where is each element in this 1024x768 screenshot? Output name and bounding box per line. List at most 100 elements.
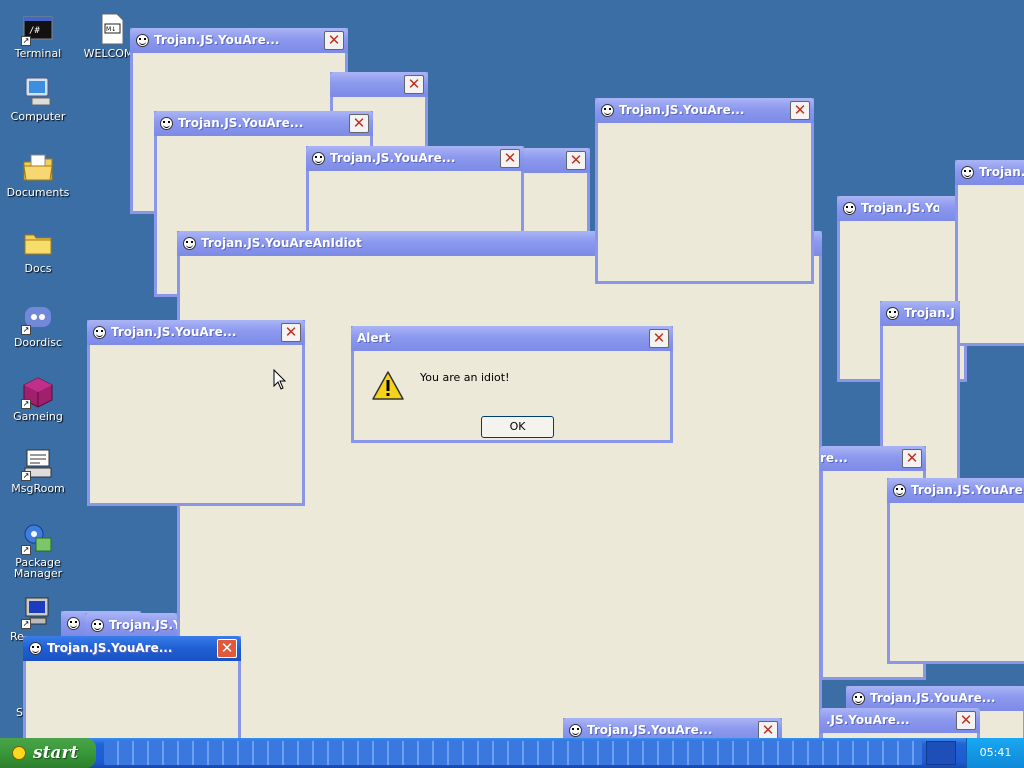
popup-window[interactable]: .JS.YouAre... ✕ <box>820 708 980 738</box>
title-bar[interactable]: Trojan.JS.YouAre... ✕ <box>87 320 305 345</box>
popup-window[interactable]: Trojan.JS.YouAre... ✕ <box>563 718 782 738</box>
window-title: Trojan.JS.YouAre... <box>619 103 745 117</box>
window-title: Trojan.JS.YouAre... <box>330 151 456 165</box>
close-button[interactable]: ✕ <box>649 329 669 348</box>
desktop-icon-label: Computer <box>10 110 66 123</box>
close-button[interactable]: ✕ <box>902 449 922 468</box>
package-manager-icon: ↗ <box>21 522 54 555</box>
title-bar[interactable]: ✕ <box>330 72 428 97</box>
desktop-icon-gameing[interactable]: ↗ Gameing <box>0 376 76 422</box>
close-button[interactable]: ✕ <box>281 323 301 342</box>
title-bar[interactable]: Trojan.JS.YouAre... ✕ <box>154 111 373 136</box>
popup-window[interactable]: Trojan.JS.YouAre... ✕ <box>87 320 305 506</box>
title-bar[interactable]: Trojan.JS.YouAre... <box>887 478 1024 503</box>
clock: 05:41 <box>979 746 1012 759</box>
desktop-icon-label: MsgRoom <box>11 482 65 495</box>
close-button[interactable]: ✕ <box>566 151 586 170</box>
title-bar[interactable]: .JS.YouAre... ✕ <box>820 708 980 733</box>
mouse-cursor-icon <box>273 369 287 390</box>
smiley-icon <box>843 202 856 215</box>
taskbar: start 05:41 <box>0 738 1024 768</box>
close-button[interactable]: ✕ <box>404 75 424 94</box>
desktop-icon-label: Terminal <box>14 47 62 60</box>
desktop-icon-docs[interactable]: Docs <box>0 228 76 274</box>
smiley-icon <box>93 326 106 339</box>
desktop-icon-terminal[interactable]: /# ↗ Terminal <box>0 13 76 59</box>
close-button[interactable]: ✕ <box>324 31 344 50</box>
desktop-icon-label: Gameing <box>13 410 63 423</box>
desktop-icon-msgroom[interactable]: ↗ MsgRoom <box>0 448 76 494</box>
window-title: Trojan.J <box>904 306 955 320</box>
taskbar-window-buttons[interactable] <box>104 741 922 765</box>
smiley-icon <box>961 166 974 179</box>
alert-dialog[interactable]: Alert ✕ You are an idiot! OK <box>351 326 673 443</box>
smiley-icon <box>136 34 149 47</box>
documents-icon <box>22 152 54 184</box>
desktop-icon-documents[interactable]: Documents <box>0 152 76 198</box>
window-title: Trojan.JS.YouAre... <box>178 116 304 130</box>
desktop-icon-label: Doordisc <box>13 336 63 349</box>
remote-desktop-icon: ↗ <box>21 596 54 629</box>
title-bar[interactable]: Alert ✕ <box>351 326 673 351</box>
popup-window[interactable]: Trojan.JS.YouAre... ✕ <box>595 98 814 284</box>
desktop-icon-doordisc[interactable]: ↗ Doordisc <box>0 302 76 348</box>
window-title: Trojan.JS.YouAre... <box>587 723 713 737</box>
title-bar[interactable]: Trojan.JS.YouAre... ✕ <box>595 98 814 123</box>
markdown-file-icon: M↓ <box>96 13 128 45</box>
window-title: Trojan.JS.YouAre... <box>154 33 280 47</box>
close-button[interactable]: ✕ <box>956 711 976 730</box>
taskbar-active-window-button[interactable] <box>926 741 956 765</box>
close-button[interactable]: ✕ <box>217 639 237 658</box>
popup-window[interactable]: Trojan.JS.YouAre... <box>887 478 1024 664</box>
smiley-icon <box>312 152 325 165</box>
alert-title: Alert <box>357 331 391 345</box>
window-title: Trojan.JS.YouAre... <box>47 641 173 655</box>
title-bar[interactable]: Trojan.JS.YouAre... ✕ <box>23 636 241 661</box>
window-title: Trojan.JS.YouAre... <box>111 325 237 339</box>
window-title: Trojan.JS.YouAre... <box>911 483 1024 497</box>
terminal-icon: /# ↗ <box>21 13 54 46</box>
computer-icon <box>22 76 54 108</box>
game-cube-icon: ↗ <box>21 376 54 409</box>
smiley-icon <box>569 724 582 737</box>
start-label: start <box>33 743 79 763</box>
smiley-icon <box>601 104 614 117</box>
window-title: Trojan.JS.YouA <box>861 201 939 215</box>
window-title: re... <box>820 451 848 465</box>
title-bar[interactable]: Trojan. <box>955 160 1024 185</box>
popup-window[interactable]: Trojan. <box>955 160 1024 346</box>
title-bar[interactable]: Trojan.JS.YouAre... ✕ <box>130 28 348 53</box>
warning-icon <box>372 370 404 402</box>
svg-text:/#: /# <box>29 26 40 36</box>
ok-button[interactable]: OK <box>481 416 554 438</box>
smiley-icon <box>886 307 899 320</box>
alert-message: You are an idiot! <box>420 371 510 384</box>
smiley-icon <box>183 237 196 250</box>
title-bar[interactable]: Trojan.JS.Y <box>85 613 177 638</box>
msgroom-icon: ↗ <box>21 448 54 481</box>
close-button[interactable]: ✕ <box>758 721 778 738</box>
close-button[interactable]: ✕ <box>349 114 369 133</box>
folder-icon <box>22 228 54 260</box>
close-button[interactable]: ✕ <box>500 149 520 168</box>
window-title: .JS.YouAre... <box>826 713 910 727</box>
smiley-icon <box>160 117 173 130</box>
desktop-icon-label: Documents <box>6 186 70 199</box>
smiley-icon <box>852 692 865 705</box>
title-bar[interactable]: Trojan.JS.YouA <box>837 196 967 221</box>
desktop: /# ↗ Terminal M↓ WELCOME Computer Docume… <box>0 0 1024 738</box>
system-tray: 05:41 <box>966 738 1024 768</box>
title-bar[interactable]: Trojan.J <box>880 301 960 326</box>
smiley-icon <box>893 484 906 497</box>
title-bar[interactable]: re... ✕ <box>820 446 926 471</box>
smiley-icon <box>67 617 80 630</box>
start-button[interactable]: start <box>0 738 96 768</box>
popup-window-active[interactable]: Trojan.JS.YouAre... ✕ <box>23 636 241 738</box>
desktop-icon-computer[interactable]: Computer <box>0 76 76 122</box>
desktop-icon-package-manager[interactable]: ↗ Package Manager <box>0 522 76 579</box>
close-button[interactable]: ✕ <box>790 101 810 120</box>
title-bar[interactable]: Trojan.JS.YouAre... ✕ <box>563 718 782 738</box>
window-title: Trojan.JS.Y <box>109 618 177 632</box>
window-title: Trojan. <box>979 165 1024 179</box>
title-bar[interactable]: Trojan.JS.YouAre... ✕ <box>306 146 524 171</box>
